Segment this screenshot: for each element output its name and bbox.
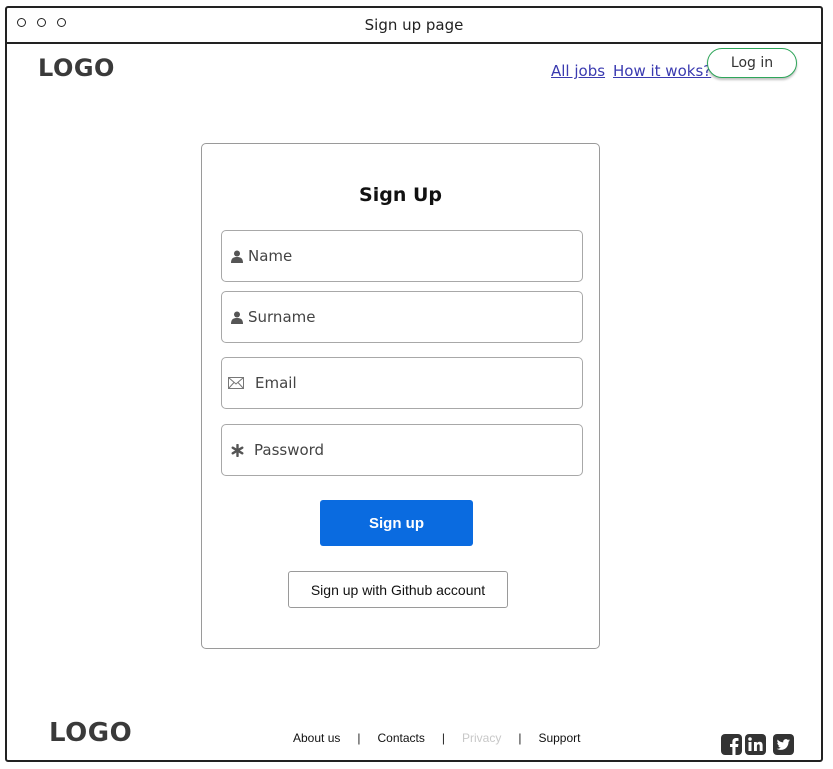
footer-link-contacts[interactable]: Contacts [378,731,425,745]
asterisk-icon [230,443,244,457]
footer-links: About us | Contacts | Privacy | Support [293,731,580,745]
linkedin-icon[interactable] [745,734,766,755]
password-input[interactable] [244,425,582,475]
form-title: Sign Up [359,184,442,206]
title-bar: Sign up page [7,8,821,44]
footer-link-support[interactable]: Support [538,731,580,745]
facebook-icon[interactable] [721,734,742,755]
nav-link-all-jobs[interactable]: All jobs [551,62,605,80]
signup-card: Sign Up Sign up Sign up with Github acco… [201,143,600,649]
name-input[interactable] [244,231,582,281]
twitter-icon[interactable] [773,734,794,755]
footer-separator: | [518,731,522,745]
surname-input[interactable] [244,292,582,342]
footer-logo[interactable]: LOGO [49,718,132,748]
window-title: Sign up page [364,16,464,34]
surname-field[interactable] [221,291,583,343]
footer-separator: | [357,731,361,745]
name-field[interactable] [221,230,583,282]
nav-link-how-it-works[interactable]: How it woks? [613,62,711,80]
github-signup-button[interactable]: Sign up with Github account [288,571,508,608]
login-button[interactable]: Log in [707,48,797,78]
header-logo[interactable]: LOGO [38,54,115,82]
envelope-icon [227,376,245,390]
footer-separator: | [441,731,445,745]
user-icon [230,310,244,324]
password-field[interactable] [221,424,583,476]
email-field[interactable] [221,357,583,409]
footer-link-privacy[interactable]: Privacy [462,731,501,745]
footer-link-about-us[interactable]: About us [293,731,340,745]
signup-button[interactable]: Sign up [320,500,473,546]
email-input[interactable] [245,358,582,408]
user-icon [230,249,244,263]
